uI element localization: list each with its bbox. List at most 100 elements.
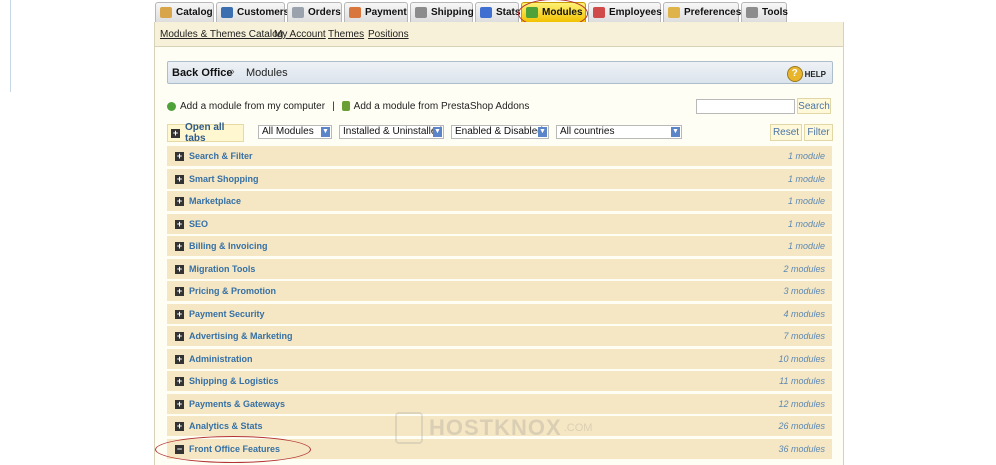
add-module-addons-link[interactable]: Add a module from PrestaShop Addons bbox=[354, 101, 530, 112]
category-count: 26 modules bbox=[778, 421, 825, 431]
category-row[interactable]: + Search & Filter 1 module bbox=[167, 146, 832, 167]
expand-icon[interactable]: + bbox=[175, 377, 184, 386]
enable-filter-value: Enabled & Disabled bbox=[455, 126, 543, 137]
help-button[interactable]: ? HELP bbox=[786, 66, 826, 82]
preferences-icon bbox=[668, 7, 680, 18]
tab-label: Modules bbox=[542, 7, 583, 18]
category-name[interactable]: Migration Tools bbox=[189, 264, 255, 274]
collapse-icon[interactable]: − bbox=[175, 444, 184, 454]
subnav-positions[interactable]: Positions bbox=[368, 29, 409, 40]
category-row[interactable]: + Shipping & Logistics 11 modules bbox=[167, 371, 832, 392]
category-name[interactable]: Administration bbox=[189, 354, 253, 364]
category-count: 1 module bbox=[787, 173, 825, 184]
category-row[interactable]: + Analytics & Stats 26 modules bbox=[167, 416, 832, 437]
expand-icon[interactable]: + bbox=[175, 422, 184, 431]
add-icon bbox=[167, 101, 176, 111]
category-row[interactable]: + SEO 1 module bbox=[167, 213, 832, 235]
expand-icon[interactable]: + bbox=[175, 354, 184, 364]
category-row[interactable]: + Payment Security 4 modules bbox=[167, 303, 832, 325]
category-name[interactable]: Payments & Gateways bbox=[189, 399, 285, 409]
help-label: HELP bbox=[804, 69, 826, 79]
payment-icon bbox=[349, 7, 361, 18]
category-row[interactable]: + Smart Shopping 1 module bbox=[167, 168, 832, 190]
subnav-themes[interactable]: Themes bbox=[328, 29, 364, 40]
category-row[interactable]: + Administration 10 modules bbox=[167, 348, 832, 370]
category-name[interactable]: Search & Filter bbox=[189, 151, 253, 161]
help-icon: ? bbox=[786, 66, 803, 82]
category-name[interactable]: Billing & Invoicing bbox=[189, 241, 268, 251]
expand-icon[interactable]: + bbox=[175, 309, 184, 319]
expand-icon[interactable]: + bbox=[175, 174, 184, 184]
category-row[interactable]: + Migration Tools 2 modules bbox=[167, 258, 832, 280]
add-module-computer-link[interactable]: Add a module from my computer bbox=[180, 101, 325, 112]
country-filter-value: All countries bbox=[560, 126, 615, 137]
tab-label: Preferences bbox=[684, 7, 742, 18]
tab-modules[interactable]: Modules bbox=[521, 2, 586, 22]
subnav-modules-themes-catalog[interactable]: Modules & Themes Catalog bbox=[160, 29, 283, 40]
expand-icon[interactable]: + bbox=[175, 399, 184, 409]
category-name[interactable]: Smart Shopping bbox=[189, 174, 259, 184]
category-row[interactable]: + Advertising & Marketing 7 modules bbox=[167, 326, 832, 347]
stats-icon bbox=[480, 7, 492, 18]
truck-icon bbox=[415, 7, 427, 18]
category-count: 12 modules bbox=[778, 398, 825, 409]
modules-filter-value: All Modules bbox=[262, 126, 314, 137]
enable-filter-select[interactable]: Enabled & Disabled ▼ bbox=[451, 125, 549, 139]
category-name[interactable]: Shipping & Logistics bbox=[189, 376, 279, 386]
country-filter-select[interactable]: All countries ▼ bbox=[556, 125, 682, 139]
expand-icon[interactable]: + bbox=[175, 264, 184, 274]
tab-customers[interactable]: Customers bbox=[216, 2, 289, 22]
category-name[interactable]: Payment Security bbox=[189, 309, 265, 319]
install-filter-select[interactable]: Installed & Uninstalled ▼ bbox=[339, 125, 444, 139]
category-name[interactable]: SEO bbox=[189, 219, 208, 229]
reset-button[interactable]: Reset bbox=[770, 124, 802, 141]
expand-icon[interactable]: + bbox=[175, 332, 184, 341]
search-button[interactable]: Search bbox=[797, 98, 831, 114]
tab-shipping[interactable]: Shipping bbox=[410, 2, 474, 22]
category-count: 11 modules bbox=[779, 376, 825, 386]
cart-icon bbox=[292, 7, 304, 18]
tab-label: Customers bbox=[237, 7, 290, 18]
category-row[interactable]: + Marketplace 1 module bbox=[167, 191, 832, 212]
search-input[interactable] bbox=[696, 99, 795, 114]
modules-filter-select[interactable]: All Modules ▼ bbox=[258, 125, 332, 139]
tab-employees[interactable]: Employees bbox=[588, 2, 662, 22]
category-name[interactable]: Analytics & Stats bbox=[189, 421, 263, 431]
category-name[interactable]: Pricing & Promotion bbox=[189, 286, 276, 296]
tab-label: Orders bbox=[308, 7, 341, 18]
tab-label: Employees bbox=[609, 7, 662, 18]
tab-preferences[interactable]: Preferences bbox=[663, 2, 742, 22]
category-row[interactable]: + Payments & Gateways 12 modules bbox=[167, 393, 832, 415]
category-name[interactable]: Front Office Features bbox=[189, 444, 280, 454]
tab-label: Catalog bbox=[176, 7, 213, 18]
tab-stats[interactable]: Stats bbox=[475, 2, 520, 22]
tab-label: Tools bbox=[762, 7, 788, 18]
expand-icon: + bbox=[171, 127, 180, 138]
wrench-icon bbox=[746, 7, 758, 18]
category-count: 1 module bbox=[787, 241, 825, 251]
expand-icon[interactable]: + bbox=[175, 287, 184, 296]
open-all-tabs-button[interactable]: + Open all tabs bbox=[167, 122, 244, 144]
add-module-row: Add a module from my computer | Add a mo… bbox=[167, 99, 529, 113]
category-name[interactable]: Advertising & Marketing bbox=[189, 331, 293, 341]
subnav-my-account[interactable]: My Account bbox=[274, 29, 326, 40]
expand-icon[interactable]: + bbox=[175, 219, 184, 229]
category-count: 2 modules bbox=[783, 263, 825, 274]
expand-icon[interactable]: + bbox=[175, 152, 184, 161]
category-count: 1 module bbox=[787, 218, 825, 229]
breadcrumb: Back Office › Modules ? HELP bbox=[167, 61, 833, 84]
category-row[interactable]: + Pricing & Promotion 3 modules bbox=[167, 281, 832, 302]
tab-payment[interactable]: Payment bbox=[344, 2, 408, 22]
filter-button[interactable]: Filter bbox=[804, 124, 833, 141]
category-row[interactable]: − Front Office Features 36 modules bbox=[167, 438, 832, 460]
employees-icon bbox=[593, 7, 605, 18]
category-name[interactable]: Marketplace bbox=[189, 196, 241, 206]
expand-icon[interactable]: + bbox=[175, 197, 184, 206]
category-row[interactable]: + Billing & Invoicing 1 module bbox=[167, 236, 832, 257]
expand-icon[interactable]: + bbox=[175, 242, 184, 251]
chevron-down-icon: ▼ bbox=[321, 127, 330, 137]
breadcrumb-root[interactable]: Back Office bbox=[172, 67, 233, 79]
tab-catalog[interactable]: Catalog bbox=[155, 2, 214, 22]
tab-orders[interactable]: Orders bbox=[287, 2, 342, 22]
tab-tools[interactable]: Tools bbox=[741, 2, 788, 22]
